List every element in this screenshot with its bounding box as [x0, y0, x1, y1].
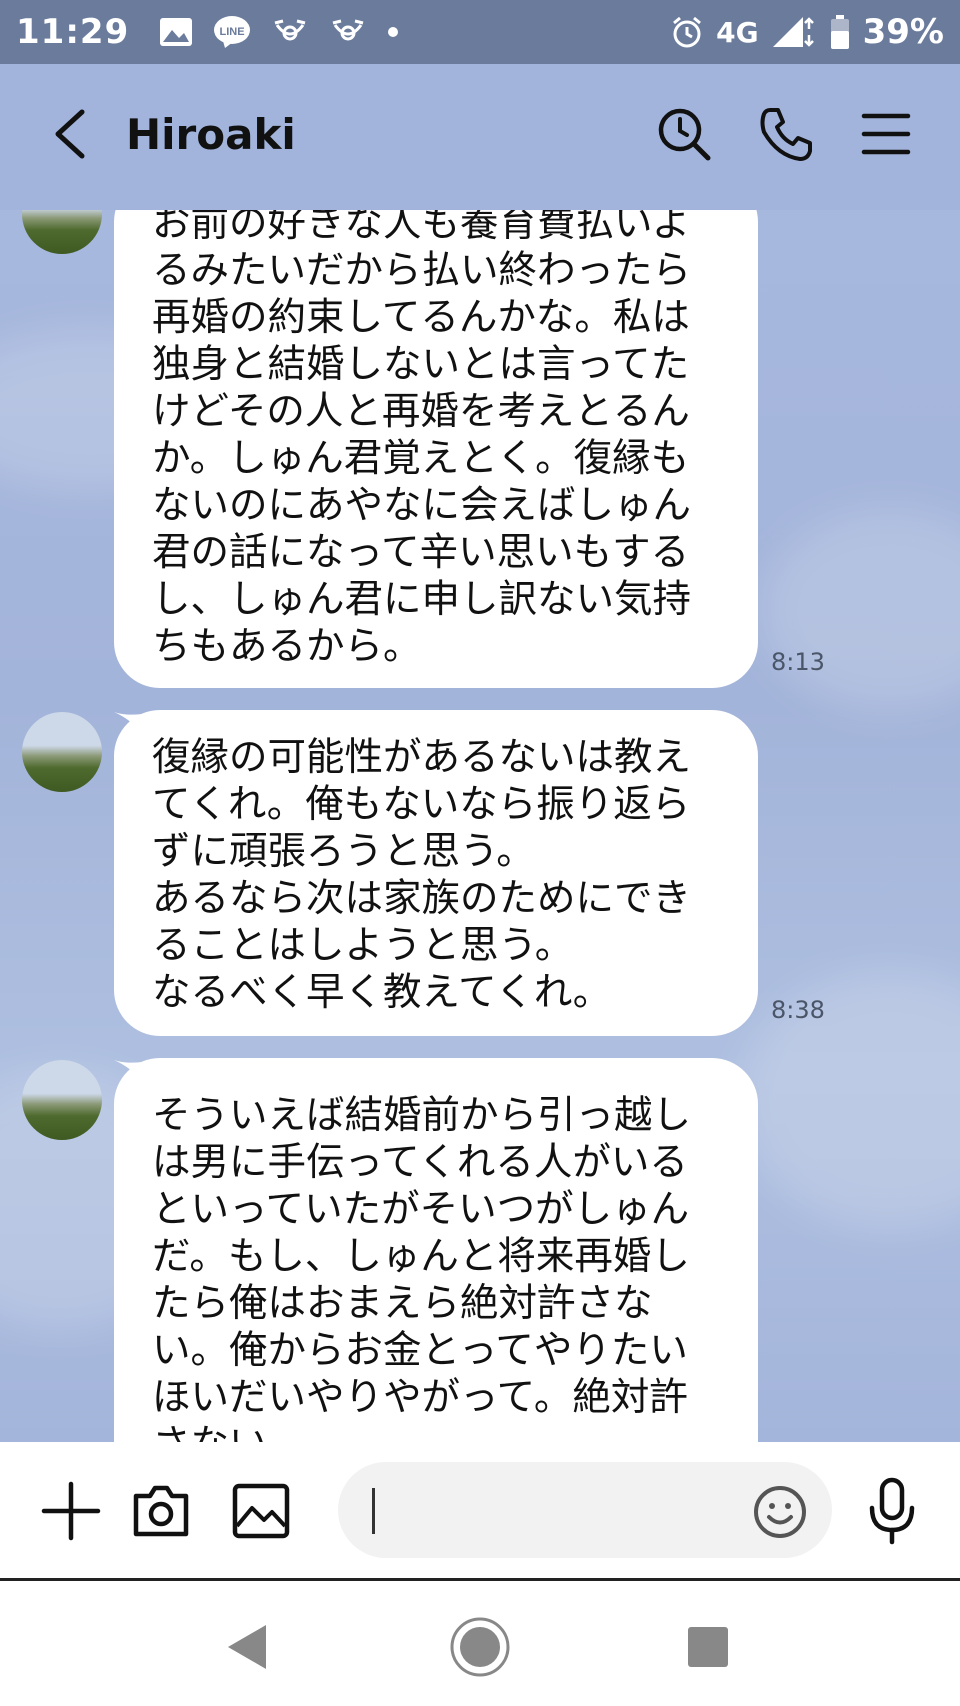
plus-icon[interactable]: [38, 1478, 104, 1544]
line-notification-icon: LINE: [214, 16, 251, 48]
message-line: い。俺からお金とってやりたい: [152, 1328, 688, 1373]
message-line: けどその人と再婚を考えとるん: [152, 389, 690, 434]
mail-notification-icon: [332, 19, 364, 41]
message-line: ほいだいやりやがって。絶対許: [152, 1375, 688, 1420]
chat-header: Hiroaki: [0, 64, 960, 210]
message-line: あるなら次は家族のためにでき: [152, 876, 692, 921]
contact-avatar[interactable]: [22, 210, 102, 254]
notification-icons: LINE: [159, 15, 399, 49]
chat-messages-area[interactable]: お前の好きな人も養育費払いよ るみたいだから払い終わったら 再婚の約束してるんか…: [0, 210, 960, 1442]
more-notifications-dot-icon: [388, 27, 399, 37]
message-line: だ。もし、しゅんと将来再婚し: [152, 1234, 690, 1279]
message-input-bar: [0, 1442, 960, 1580]
nav-back-icon[interactable]: [222, 1621, 270, 1673]
message-line: ることはしようと思う。: [152, 923, 574, 968]
message-line: そういえば結婚前から引っ越し: [152, 1093, 692, 1138]
text-caret: [372, 1488, 375, 1534]
message-line: し、しゅん君に申し訳ない気持: [152, 577, 692, 622]
system-icons: 4G 39%: [670, 12, 944, 52]
microphone-icon[interactable]: [862, 1474, 922, 1548]
message-line: るみたいだから払い終わったら: [152, 248, 692, 293]
message-line: か。しゅん君覚えとく。復縁も: [152, 436, 690, 481]
message-line: 再婚の約束してるんかな。私は: [152, 295, 690, 340]
message-bubble[interactable]: 復縁の可能性があるないは教え てくれ。俺もないなら振り返ら ずに頑張ろうと思う。…: [114, 710, 758, 1036]
nav-recents-icon[interactable]: [686, 1625, 730, 1669]
message-bubble[interactable]: お前の好きな人も養育費払いよ るみたいだから払い終わったら 再婚の約束してるんか…: [114, 210, 758, 688]
message-line: ないのにあやなに会えばしゅん: [152, 483, 692, 528]
message-line: たら俺はおまえら絶対許さな: [152, 1281, 653, 1326]
emoji-icon[interactable]: [752, 1484, 808, 1540]
message-line: 独身と結婚しないとは言ってた: [152, 342, 690, 387]
battery-percentage: 39%: [862, 12, 944, 52]
background-cloud: [760, 510, 960, 710]
back-arrow-icon[interactable]: [46, 104, 96, 164]
menu-icon[interactable]: [856, 104, 916, 164]
signal-icon: [772, 17, 814, 47]
gallery-notification-icon: [160, 18, 193, 46]
message-line: なるべく早く教えてくれ。: [152, 970, 612, 1015]
phone-call-icon[interactable]: [756, 104, 816, 164]
status-time: 11:29: [16, 12, 130, 52]
message-line: さない。: [152, 1421, 722, 1442]
camera-icon[interactable]: [128, 1478, 194, 1544]
message-line: お前の好きな人も養育費払いよ: [152, 210, 691, 246]
search-icon[interactable]: [654, 104, 714, 164]
contact-avatar[interactable]: [22, 1060, 102, 1140]
svg-text:LINE: LINE: [220, 26, 245, 38]
message-line: は男に手伝ってくれる人がいる: [152, 1140, 688, 1185]
message-line: ずに頑張ろうと思う。: [152, 829, 535, 874]
message-line: ちもあるから。: [152, 624, 422, 669]
message-timestamp: 8:13: [771, 648, 825, 676]
chat-title: Hiroaki: [126, 110, 296, 159]
status-bar: 11:29 LINE 4G 39%: [0, 0, 960, 64]
message-timestamp: 8:38: [771, 996, 825, 1024]
system-navigation-bar: [0, 1581, 960, 1706]
network-type: 4G: [716, 15, 759, 49]
message-line: てくれ。俺もないなら振り返ら: [152, 782, 691, 827]
contact-avatar[interactable]: [22, 712, 102, 792]
mail-notification-icon: [274, 19, 306, 41]
message-line: 復縁の可能性があるないは教え: [152, 735, 692, 780]
nav-home-icon[interactable]: [448, 1615, 512, 1679]
message-line: 君の話になって辛い思いもする: [152, 530, 690, 575]
image-gallery-icon[interactable]: [228, 1478, 294, 1544]
message-bubble[interactable]: そういえば結婚前から引っ越し は男に手伝ってくれる人がいる といっていたがそいつ…: [114, 1058, 758, 1442]
alarm-icon: [673, 16, 702, 48]
battery-icon: [830, 15, 849, 49]
message-line: といっていたがそいつがしゅん: [152, 1187, 690, 1232]
